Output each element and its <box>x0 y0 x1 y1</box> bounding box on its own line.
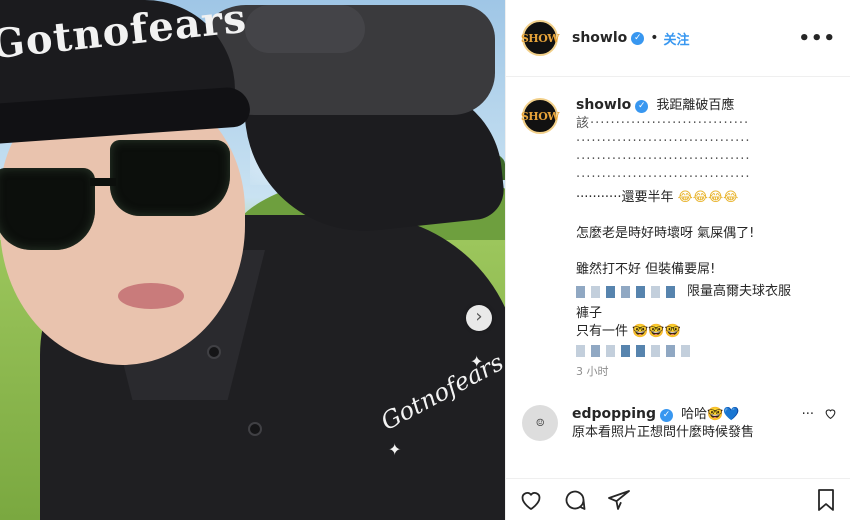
next-photo-button[interactable]: › <box>466 305 492 331</box>
pixelated-text <box>606 286 615 298</box>
post-header: SHOW showlo ✓ • 关注 ••• <box>506 0 850 77</box>
comment-more-button[interactable]: ··· <box>802 407 814 442</box>
verified-badge-icon: ✓ <box>635 100 649 113</box>
pixelated-text <box>666 286 675 298</box>
caption: SHOW showlo ✓ 我距離破百應 該···················… <box>520 96 837 381</box>
like-button[interactable] <box>518 487 544 513</box>
follow-button[interactable]: 关注 <box>664 29 690 48</box>
comment-button[interactable] <box>562 487 588 513</box>
caption-line: 我距離破百應 <box>656 98 735 113</box>
comment-item: ☺ edpopping ✓ 哈哈🤓💙 原本看照片正想問什麼時候發售 ··· <box>522 405 837 442</box>
comment-username[interactable]: edpopping <box>572 406 656 422</box>
share-icon <box>608 489 630 510</box>
pixelated-text <box>651 345 660 357</box>
avatar-logo-text: SHOW <box>520 109 560 123</box>
caption-line: 怎麼老是時好時壞呀 氣屎偶了! <box>576 226 755 241</box>
more-options-button[interactable]: ••• <box>798 28 836 49</box>
chevron-right-icon: › <box>475 306 483 327</box>
censored-row <box>576 345 836 357</box>
instagram-post: Gotnofears ✦ Gotnofears ✦ › SHOW showlo … <box>0 0 850 520</box>
nerd-emoji-icon: 🤓🤓🤓 <box>632 324 681 339</box>
pixelated-text <box>591 286 600 298</box>
caption-dots: ·································· <box>576 152 751 167</box>
avatar-logo-text: SHOW <box>520 31 560 45</box>
post-timestamp[interactable]: 3 小时 <box>576 363 836 381</box>
cap-logo-text: Gotnofears <box>0 0 250 69</box>
lips <box>118 283 184 309</box>
sunglasses-bridge <box>90 178 116 186</box>
shirt-button <box>207 345 221 359</box>
sunglasses-right-lens <box>110 140 230 216</box>
shirt-button <box>248 422 262 436</box>
pixelated-text <box>636 286 645 298</box>
pixelated-text <box>636 345 645 357</box>
post-actions-bar <box>506 478 850 520</box>
censored-row: 限量高爾夫球衣服 <box>576 283 836 301</box>
comment-like-heart-icon[interactable] <box>824 407 837 442</box>
pixelated-text <box>651 286 660 298</box>
post-photo[interactable]: Gotnofears ✦ Gotnofears ✦ › <box>0 0 505 520</box>
save-button[interactable] <box>813 487 839 513</box>
pixelated-text <box>681 345 690 357</box>
verified-badge-icon: ✓ <box>631 31 645 45</box>
share-button[interactable] <box>606 487 632 513</box>
comments-section[interactable]: SHOW showlo ✓ 我距離破百應 該···················… <box>506 78 850 478</box>
pixelated-text <box>666 345 675 357</box>
heart-icon <box>521 491 541 510</box>
comment-body: edpopping ✓ 哈哈🤓💙 原本看照片正想問什麼時候發售 <box>572 405 802 442</box>
star-icon: ✦ <box>388 440 402 459</box>
laughing-emoji-icon: 😂😂😂😂 <box>677 190 739 205</box>
pixelated-text <box>591 345 600 357</box>
caption-body: showlo ✓ 我距離破百應 該························… <box>576 96 836 381</box>
caption-dots: ·································· <box>576 134 751 149</box>
caption-line: 該······························· <box>576 116 750 131</box>
emoji-icon: 🤓💙 <box>707 407 740 422</box>
caption-username[interactable]: showlo <box>576 97 631 113</box>
avatar[interactable]: SHOW <box>520 98 560 134</box>
pixelated-text <box>606 345 615 357</box>
avatar[interactable]: SHOW <box>520 20 560 56</box>
caption-line: ···········還要半年 <box>576 190 674 205</box>
bookmark-icon <box>818 488 834 511</box>
comment-text: 哈哈 <box>681 407 708 422</box>
glove-finger <box>245 5 365 53</box>
caption-line: 限量高爾夫球衣服 <box>687 284 792 299</box>
pixelated-text <box>621 345 630 357</box>
pixelated-text <box>576 345 585 357</box>
caption-line: 只有一件 <box>576 324 629 339</box>
header-separator: • <box>650 30 659 46</box>
pixelated-text <box>621 286 630 298</box>
avatar[interactable]: ☺ <box>522 405 558 441</box>
post-side-panel: SHOW showlo ✓ • 关注 ••• SHOW showlo ✓ 我距離破… <box>505 0 850 520</box>
comment-text: 原本看照片正想問什麼時候發售 <box>572 425 755 440</box>
caption-dots: ·································· <box>576 170 751 185</box>
pixelated-text <box>576 286 585 298</box>
caption-line: 雖然打不好 但裝備要屌! <box>576 262 716 277</box>
caption-line: 褲子 <box>576 306 603 321</box>
user-icon: ☺ <box>535 417 545 429</box>
verified-badge-icon: ✓ <box>660 409 673 422</box>
author-username[interactable]: showlo <box>572 30 627 46</box>
sunglasses-left-lens <box>0 168 95 250</box>
comment-actions: ··· <box>802 405 837 442</box>
comment-icon <box>565 490 586 510</box>
